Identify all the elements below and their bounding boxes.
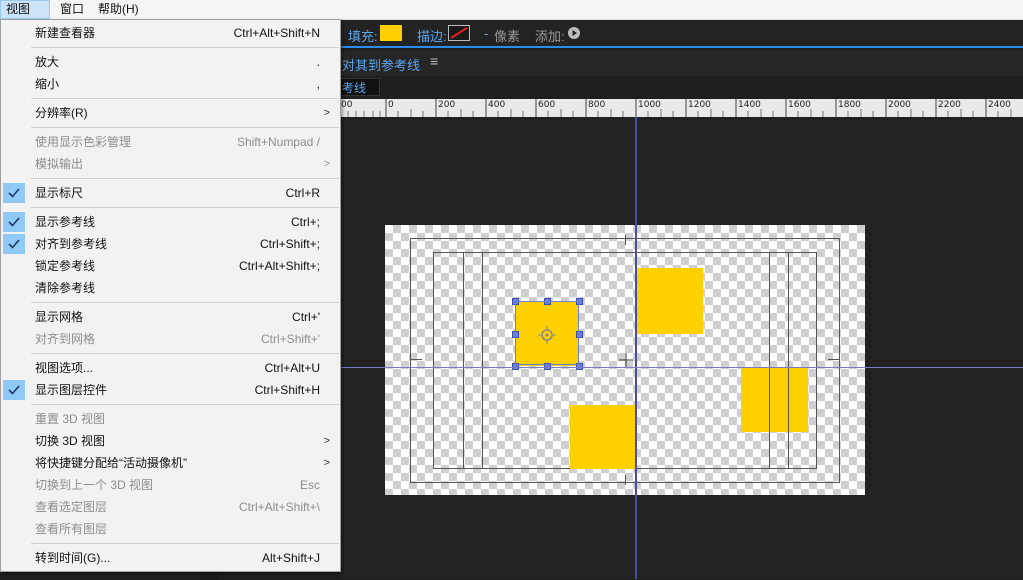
play-circle-icon[interactable]	[568, 27, 580, 39]
submenu-arrow-icon: >	[323, 107, 330, 119]
safe-line	[788, 252, 789, 469]
checkmark-icon	[3, 234, 25, 254]
ruler-label: 2200	[938, 100, 961, 110]
menu-item-reset-3d-view: 重置 3D 视图	[35, 412, 106, 426]
no-stroke-icon	[450, 27, 468, 39]
menu-item-switch-3d-view[interactable]: 切换 3D 视图 >	[1, 430, 340, 452]
stroke-label[interactable]: 描边:	[417, 26, 447, 45]
stroke-separator: -	[484, 26, 489, 41]
menu-separator	[31, 302, 339, 303]
safe-line	[769, 252, 770, 469]
ruler-label: 600	[538, 100, 556, 110]
hamburger-menu-icon[interactable]: ≡	[430, 53, 438, 69]
ruler-label: 1600	[788, 100, 811, 110]
safe-tick	[625, 235, 626, 245]
fill-label[interactable]: 填充:	[348, 26, 378, 45]
safe-line	[463, 252, 464, 469]
safe-line	[788, 368, 789, 432]
menu-item-snap-to-guides[interactable]: 对齐到参考线 Ctrl+Shift+;	[1, 233, 340, 255]
menu-separator	[31, 127, 339, 128]
menu-item-look-at-all-layers: 查看所有图层	[35, 522, 108, 536]
submenu-arrow-icon: >	[323, 457, 330, 469]
stroke-color-swatch[interactable]	[448, 25, 470, 41]
menu-separator	[31, 207, 339, 208]
menu-item-go-to-time[interactable]: 转到时间(G)... Alt+Shift+J	[1, 547, 340, 569]
ruler-label: 200	[438, 100, 456, 110]
checkmark-icon	[3, 380, 25, 400]
menu-item-resolution[interactable]: 分辨率(R) >	[1, 102, 340, 124]
center-crosshair-icon	[619, 353, 633, 367]
ruler-label: 800	[588, 100, 606, 110]
menu-item-assign-shortcut-active-camera[interactable]: 将快捷键分配给“活动摄像机” >	[1, 452, 340, 474]
pixels-label: 像素	[494, 29, 521, 44]
menu-item-zoom-in[interactable]: 放大.	[1, 51, 340, 73]
ruler-label: 400	[488, 100, 506, 110]
ruler-label: 2000	[888, 100, 911, 110]
menu-item-simulate-output: 模拟输出 >	[1, 153, 340, 175]
safe-line	[482, 252, 483, 469]
menu-item-snap-to-grid: 对齐到网格 Ctrl+Shift+'	[35, 332, 320, 346]
menu-item-view-options[interactable]: 视图选项... Ctrl+Alt+U	[1, 357, 340, 379]
menu-item-show-grid[interactable]: 显示网格 Ctrl+'	[1, 306, 340, 328]
horizontal-guide[interactable]	[340, 367, 1023, 368]
menu-item-zoom-out[interactable]: 缩小,	[1, 73, 340, 95]
menubar: 视图(V) 窗口 帮助(H)	[0, 0, 1023, 33]
menu-item-lock-guides[interactable]: 锁定参考线 Ctrl+Alt+Shift+;	[1, 255, 340, 277]
fill-color-swatch[interactable]	[380, 25, 402, 41]
menu-separator	[31, 353, 339, 354]
menu-item-display-color-management: 使用显示色彩管理 Shift+Numpad /	[35, 135, 320, 149]
composition-canvas[interactable]	[385, 225, 865, 495]
menu-view[interactable]: 视图(V)	[0, 0, 50, 33]
menu-separator	[31, 98, 339, 99]
align-to-guides-tab[interactable]: 对其到参考线	[342, 55, 420, 74]
checkmark-icon	[3, 183, 25, 203]
checkmark-icon	[3, 212, 25, 232]
menu-item-show-layer-controls[interactable]: 显示图层控件 Ctrl+Shift+H	[1, 379, 340, 401]
vertical-guide[interactable]	[635, 117, 637, 579]
menu-separator	[31, 543, 339, 544]
yellow-layer[interactable]	[637, 268, 703, 334]
menu-separator	[31, 178, 339, 179]
horizontal-ruler[interactable]: 00 0 200 400 600 800 1000 1200 1400 1600…	[340, 99, 1023, 117]
safe-tick	[625, 475, 626, 485]
menu-item-look-at-selected-layers: 查看选定图层 Ctrl+Alt+Shift+\	[35, 500, 320, 514]
panel-sub-label[interactable]: 考线	[342, 79, 366, 96]
menu-item-show-rulers[interactable]: 显示标尺 Ctrl+R	[1, 182, 340, 204]
safe-tick	[410, 359, 422, 360]
menu-window[interactable]: 窗口	[55, 0, 89, 19]
view-dropdown-menu: 新建查看器 Ctrl+Alt+Shift+N 放大. 缩小, 分辨率(R) > 使用…	[0, 19, 341, 572]
ruler-label: 0	[388, 100, 394, 110]
yellow-layer[interactable]	[741, 368, 808, 432]
menu-item-clear-guides[interactable]: 清除参考线	[1, 277, 340, 299]
menu-separator	[31, 404, 339, 405]
safe-line	[769, 368, 770, 432]
ruler-label: 1200	[688, 100, 711, 110]
anchor-point-icon[interactable]	[537, 325, 557, 345]
submenu-arrow-icon: >	[323, 158, 330, 170]
menu-separator	[31, 47, 339, 48]
yellow-layer[interactable]	[570, 405, 636, 469]
submenu-arrow-icon: >	[323, 435, 330, 447]
menu-item-show-guides[interactable]: 显示参考线 Ctrl+;	[1, 211, 340, 233]
ruler-label: 00	[341, 100, 353, 110]
menu-item-previous-3d-view: 切换到上一个 3D 视图 Esc	[35, 478, 320, 492]
menu-help[interactable]: 帮助(H)	[93, 0, 144, 19]
ruler-label: 1000	[638, 100, 661, 110]
menu-item-new-viewer[interactable]: 新建查看器 Ctrl+Alt+Shift+N	[1, 22, 340, 44]
ruler-label: 2400	[988, 100, 1011, 110]
add-label[interactable]: 添加:	[535, 26, 565, 45]
ruler-label: 1400	[738, 100, 761, 110]
safe-tick	[828, 359, 840, 360]
ruler-label: 1800	[838, 100, 861, 110]
